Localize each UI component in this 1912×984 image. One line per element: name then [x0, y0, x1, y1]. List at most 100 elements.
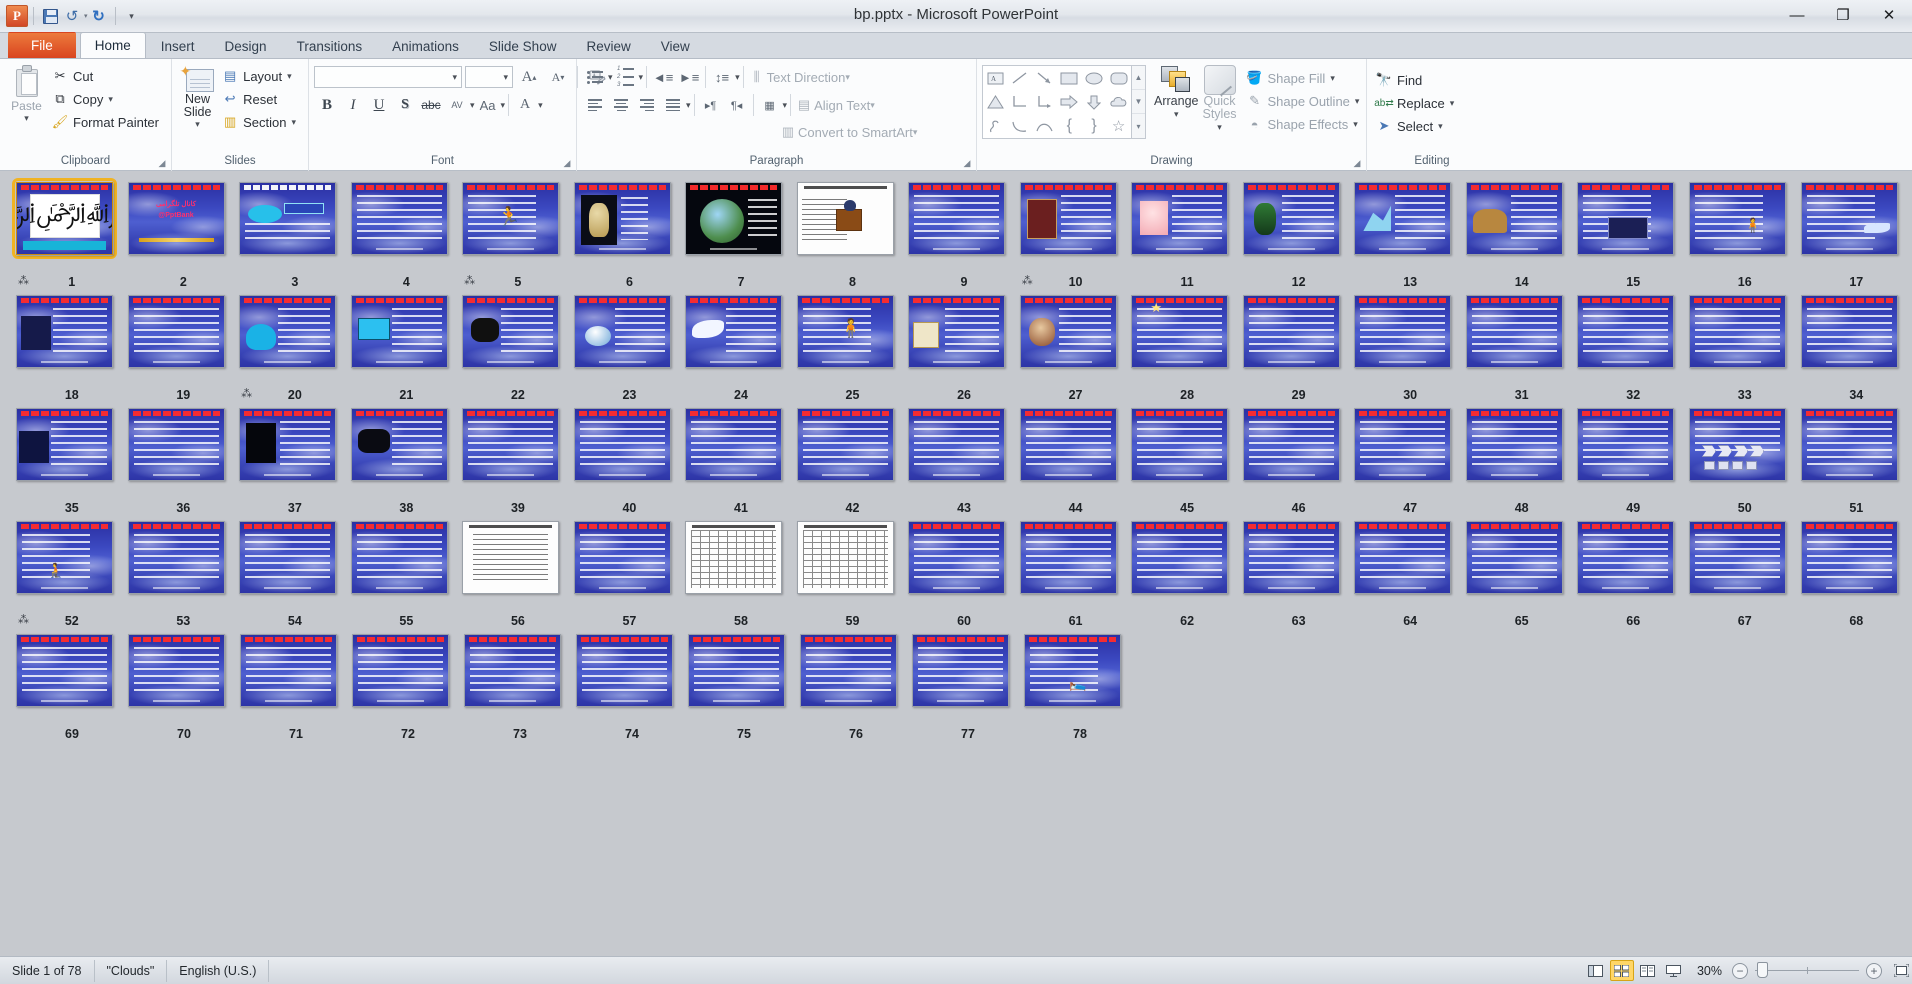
slide-thumbnail-frame[interactable] [462, 295, 560, 368]
slide-preview[interactable]: ★ [1131, 295, 1229, 368]
slide-preview[interactable] [1688, 408, 1786, 481]
shape-rounded-rectangle-icon[interactable] [1106, 66, 1131, 90]
tab-view[interactable]: View [646, 33, 705, 58]
slide-thumbnail-76[interactable]: 76 [800, 630, 912, 743]
slide-thumbnail-frame[interactable] [1131, 521, 1229, 594]
bullets-dropdown-icon[interactable]: ▾ [608, 72, 613, 83]
reading-view-button[interactable] [1636, 960, 1660, 981]
layout-button[interactable]: ▤ Layout ▾ [218, 65, 303, 87]
shape-scribble-icon[interactable] [983, 114, 1008, 138]
shapes-scroll-up-icon[interactable]: ▲ [1132, 66, 1145, 90]
section-button[interactable]: ▥ Section ▾ [218, 111, 303, 133]
shape-arc-icon[interactable] [1032, 114, 1057, 138]
zoom-level-label[interactable]: 30% [1687, 964, 1732, 978]
restore-button[interactable]: ❐ [1820, 0, 1866, 30]
slide-thumbnail-18[interactable]: 18 [16, 291, 128, 404]
shapes-more-icon[interactable]: ▾ [1132, 114, 1145, 138]
slide-preview[interactable] [128, 634, 225, 707]
slide-thumbnail-frame[interactable]: 🛌 [1024, 634, 1121, 707]
slide-thumbnail-frame[interactable] [464, 634, 561, 707]
zoom-track[interactable] [1755, 962, 1859, 978]
slide-thumbnail-43[interactable]: 43 [908, 404, 1020, 517]
slide-thumbnail-19[interactable]: 19 [127, 291, 240, 404]
shape-right-arrow-icon[interactable] [1057, 90, 1082, 114]
slide-thumbnail-67[interactable]: 67 [1688, 517, 1801, 630]
slide-preview[interactable] [1242, 295, 1340, 368]
align-left-button[interactable] [582, 93, 608, 117]
slide-thumbnail-frame[interactable] [796, 182, 894, 255]
slide-thumbnail-frame[interactable] [800, 634, 897, 707]
slide-preview[interactable] [1800, 182, 1898, 255]
slide-thumbnail-frame[interactable] [908, 521, 1006, 594]
theme-name[interactable]: "Clouds" [95, 959, 168, 982]
font-color-button[interactable]: A [512, 93, 538, 117]
font-name-dropdown-icon[interactable]: ▾ [452, 72, 457, 83]
slide-preview[interactable] [1354, 182, 1452, 255]
shape-line-icon[interactable] [1008, 66, 1033, 90]
slide-thumbnail-frame[interactable] [1688, 295, 1786, 368]
reset-button[interactable]: ↩ Reset [218, 88, 303, 110]
slide-thumbnail-frame[interactable] [1577, 182, 1675, 255]
paste-dropdown-icon[interactable]: ▾ [24, 113, 29, 124]
slide-thumbnail-frame[interactable]: 🧎 [16, 521, 113, 594]
slide-preview[interactable]: 🛌 [1024, 634, 1121, 707]
slide-preview[interactable] [1019, 521, 1117, 594]
font-size-dropdown-icon[interactable]: ▾ [503, 72, 508, 83]
shape-cloud-icon[interactable] [1106, 90, 1131, 114]
slide-thumbnail-frame[interactable] [1354, 295, 1452, 368]
slide-thumbnail-frame[interactable] [1800, 521, 1898, 594]
slide-thumbnail-39[interactable]: 39 [462, 404, 574, 517]
slide-thumbnail-frame[interactable] [16, 634, 113, 707]
slide-preview[interactable] [239, 408, 337, 481]
slide-thumbnail-frame[interactable]: 🏃 [462, 182, 560, 255]
line-spacing-button[interactable]: ↕≡ [709, 65, 735, 89]
slide-thumbnail-frame[interactable] [1354, 182, 1452, 255]
shapes-gallery-scrollbar[interactable]: ▲ ▼ ▾ [1132, 65, 1146, 139]
slide-preview[interactable] [1131, 408, 1229, 481]
shape-fill-button[interactable]: 🪣 Shape Fill ▾ [1243, 67, 1367, 89]
slide-thumbnail-frame[interactable] [685, 182, 783, 255]
slide-thumbnail-frame[interactable] [462, 408, 560, 481]
slide-preview[interactable] [1800, 521, 1898, 594]
shape-fill-dropdown-icon[interactable]: ▾ [1330, 73, 1335, 84]
slide-thumbnail-frame[interactable] [576, 634, 673, 707]
text-direction-dropdown-icon[interactable]: ▾ [845, 72, 850, 83]
slide-preview[interactable] [127, 295, 225, 368]
slide-preview[interactable] [800, 634, 897, 707]
slide-thumbnail-frame[interactable]: 🧍 [1688, 182, 1786, 255]
fit-slide-to-window-icon[interactable] [1890, 961, 1912, 981]
slide-thumbnail-57[interactable]: 57 [573, 517, 686, 630]
numbering-button[interactable]: 123 [613, 65, 639, 89]
text-shadow-button[interactable]: S [392, 93, 418, 117]
shape-right-brace-icon[interactable]: } [1082, 114, 1107, 138]
slide-thumbnail-3[interactable]: 3 [239, 178, 351, 291]
font-color-dropdown-icon[interactable]: ▾ [538, 100, 543, 111]
slide-preview[interactable] [908, 521, 1006, 594]
slide-preview[interactable]: کانال تلگرامی @PptBank [127, 182, 225, 255]
slide-preview[interactable] [1688, 295, 1786, 368]
slide-thumbnail-frame[interactable] [1242, 295, 1340, 368]
slide-thumbnail-52[interactable]: 🧎 ⁂ 52 [16, 517, 128, 630]
slide-thumbnail-frame[interactable] [573, 182, 671, 255]
replace-button[interactable]: ab⇄ Replace ▾ [1372, 92, 1461, 114]
slide-thumbnail-frame[interactable] [350, 408, 448, 481]
slide-thumbnail-64[interactable]: 64 [1354, 517, 1466, 630]
slide-preview[interactable] [16, 182, 113, 255]
slide-preview[interactable] [796, 182, 894, 255]
slide-thumbnail-frame[interactable] [128, 634, 225, 707]
slide-thumbnail-68[interactable]: 68 [1800, 517, 1912, 630]
slide-preview[interactable] [1354, 295, 1452, 368]
align-text-icon[interactable]: ▤ [794, 93, 814, 117]
format-painter-button[interactable]: 🖌 Format Painter [48, 111, 166, 133]
close-button[interactable]: ✕ [1866, 0, 1912, 30]
slide-thumbnail-frame[interactable] [1242, 521, 1340, 594]
slide-preview[interactable] [350, 295, 448, 368]
slide-preview[interactable] [1465, 408, 1563, 481]
slide-thumbnail-frame[interactable] [908, 408, 1006, 481]
slide-thumbnail-44[interactable]: 44 [1019, 404, 1132, 517]
slide-thumbnail-49[interactable]: 49 [1577, 404, 1689, 517]
slide-thumbnail-56[interactable]: 56 [462, 517, 574, 630]
slide-preview[interactable] [1577, 408, 1675, 481]
slide-thumbnail-31[interactable]: 31 [1465, 291, 1578, 404]
zoom-handle[interactable] [1757, 962, 1768, 978]
